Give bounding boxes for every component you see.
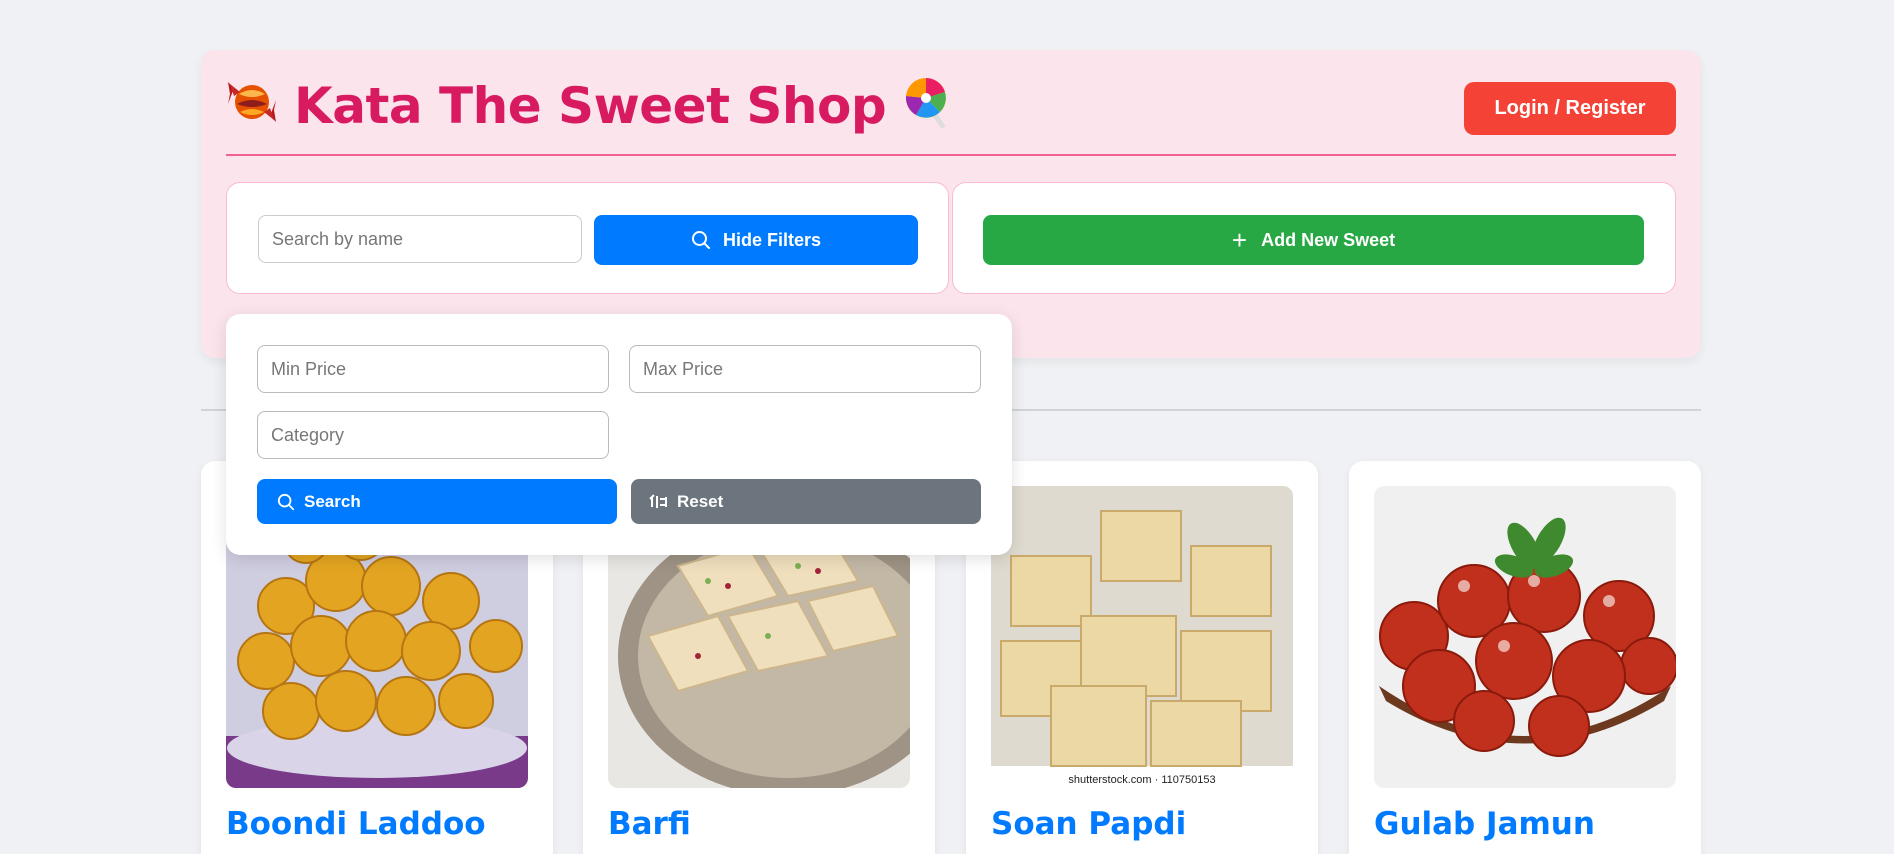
filter-reset-button[interactable]: Reset: [631, 479, 981, 524]
candy-icon: [226, 76, 278, 137]
search-panel: Hide Filters: [226, 182, 949, 294]
add-panel: + Add New Sweet: [952, 182, 1676, 294]
add-new-sweet-button[interactable]: + Add New Sweet: [983, 215, 1644, 265]
add-new-sweet-label: Add New Sweet: [1261, 229, 1396, 250]
sweet-name: Gulab Jamun: [1374, 806, 1595, 842]
min-price-input[interactable]: [257, 345, 609, 393]
search-input[interactable]: [258, 215, 582, 263]
header-card: Kata The Sweet Shop Login / Register Hid…: [201, 50, 1701, 358]
image-watermark: shutterstock.com · 110750153: [1068, 774, 1216, 786]
search-icon: [277, 493, 295, 510]
title-row: Kata The Sweet Shop: [226, 76, 954, 137]
sweet-name: Boondi Laddoo: [226, 806, 486, 842]
search-icon: [691, 231, 710, 249]
sweet-card[interactable]: shutterstock.com · 110750153 Soan Papdi: [966, 461, 1318, 854]
plus-icon: +: [1231, 225, 1248, 255]
filter-search-button[interactable]: Search: [257, 479, 617, 524]
lollipop-icon: [902, 74, 954, 139]
max-price-input[interactable]: [629, 345, 981, 393]
filter-search-label: Search: [304, 491, 361, 511]
hide-filters-label: Hide Filters: [722, 229, 822, 250]
filter-panel: Search Reset: [226, 314, 1012, 555]
category-input[interactable]: [257, 411, 609, 459]
filter-reset-label: Reset: [677, 491, 724, 511]
sweet-name: Barfi: [608, 806, 691, 842]
soan-papdi-photo: shutterstock.com · 110750153: [991, 486, 1293, 788]
sweet-card[interactable]: Gulab Jamun: [1349, 461, 1701, 854]
login-register-button[interactable]: Login / Register: [1464, 82, 1676, 135]
page-title: Kata The Sweet Shop: [294, 77, 887, 135]
gulab-jamun-photo: [1374, 486, 1676, 788]
header-divider: [226, 154, 1676, 156]
reset-icon: [649, 493, 667, 508]
sweet-name: Soan Papdi: [991, 806, 1187, 842]
hide-filters-button[interactable]: Hide Filters: [594, 215, 918, 265]
